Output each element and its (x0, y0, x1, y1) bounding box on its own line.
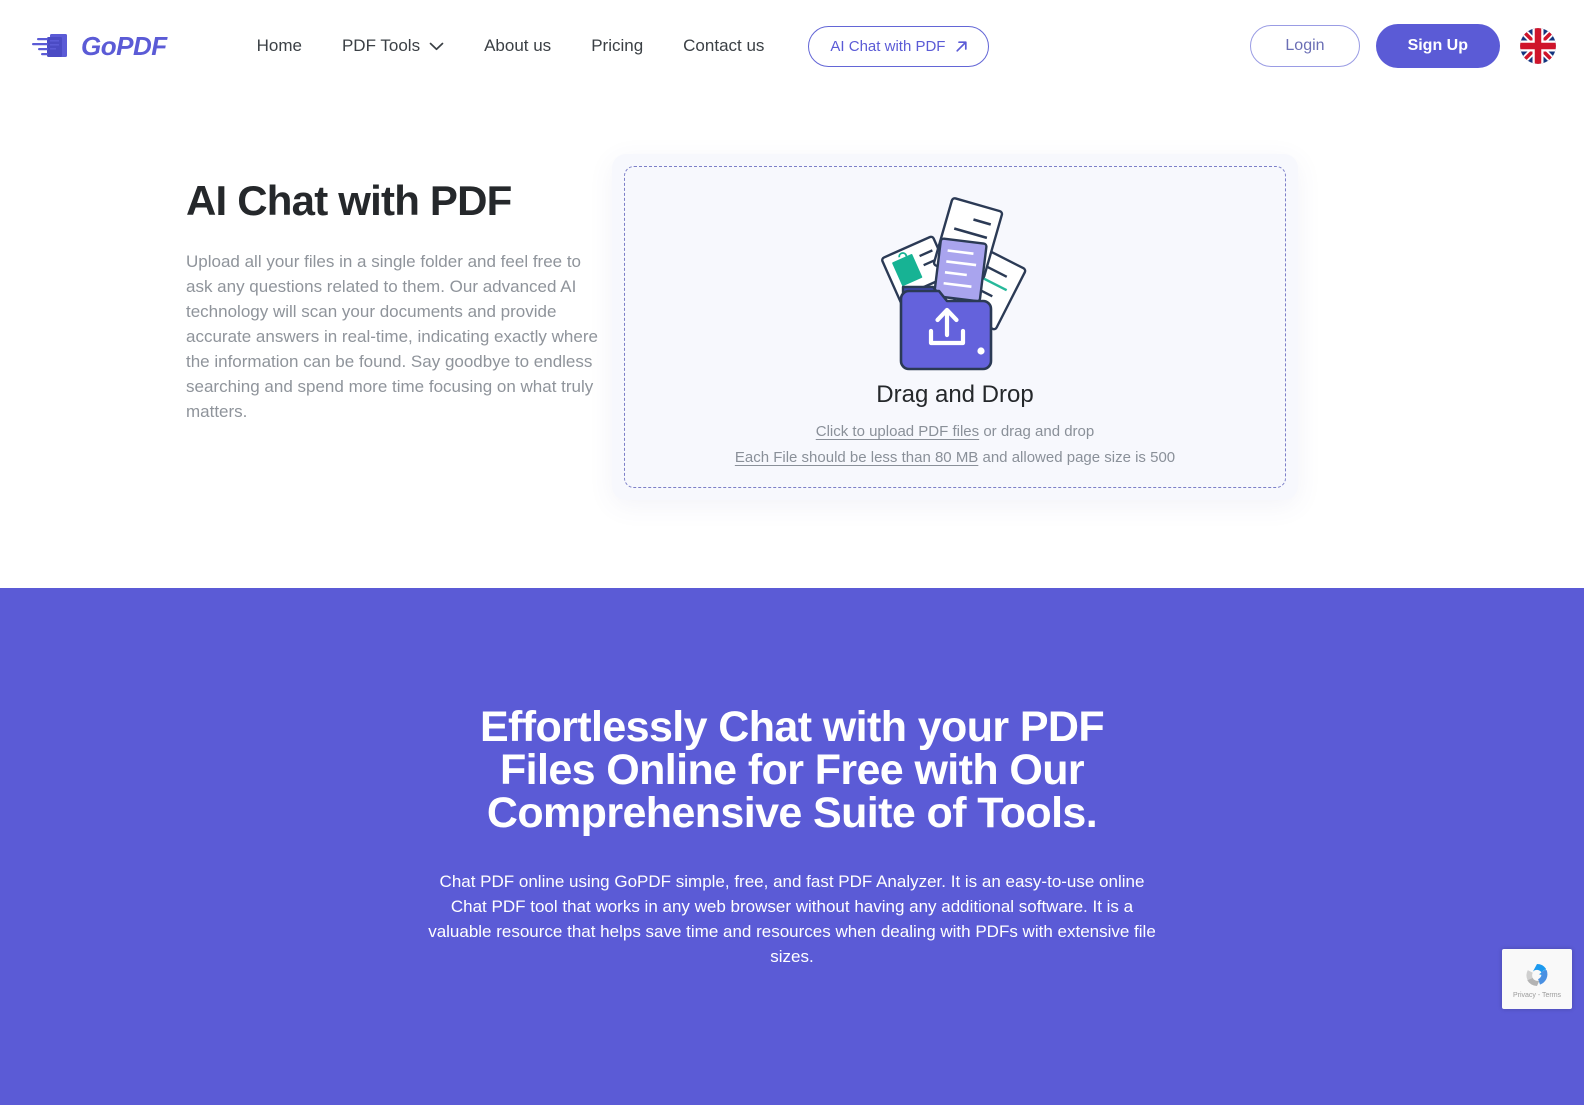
upload-card[interactable]: Drag and Drop Click to upload PDF files … (612, 154, 1298, 500)
hero-upload-block: Drag and Drop Click to upload PDF files … (600, 154, 1584, 500)
site-header: GoPDF Home PDF Tools About us Pricing Co… (0, 0, 1584, 92)
dropzone-limit-line: Each File should be less than 80 MB and … (735, 449, 1175, 466)
logo-text: GoPDF (81, 30, 167, 61)
promo-description: Chat PDF online using GoPDF simple, free… (428, 872, 1156, 966)
gopdf-logo-icon (30, 31, 74, 61)
nav-item-label: PDF Tools (341, 36, 421, 55)
hero-section: AI Chat with PDF Upload all your files i… (0, 92, 1584, 588)
ai-chat-with-pdf-button[interactable]: AI Chat with PDF (808, 25, 990, 67)
page-title: AI Chat with PDF (186, 177, 512, 224)
arrow-up-right-icon (954, 39, 969, 54)
hero-description: Upload all your files in a single folder… (186, 252, 598, 421)
hero-text-block: AI Chat with PDF Upload all your files i… (0, 154, 600, 424)
login-button[interactable]: Login (1250, 25, 1360, 67)
nav-item-home[interactable]: Home (237, 28, 322, 64)
recaptcha-badge[interactable]: Privacy - Terms (1502, 949, 1572, 1009)
header-actions: Login Sign Up (1250, 24, 1556, 68)
limit-line-rest: and allowed page size is 500 (978, 449, 1176, 466)
dropzone[interactable]: Drag and Drop Click to upload PDF files … (624, 166, 1286, 488)
ai-chat-button-label: AI Chat with PDF (830, 37, 946, 55)
nav-item-label: Home (256, 36, 302, 55)
chevron-down-icon (429, 42, 444, 51)
uk-flag-icon[interactable] (1516, 28, 1556, 64)
folder-upload-illustration (879, 191, 1031, 373)
nav-item-pdf-tools[interactable]: PDF Tools (322, 28, 464, 64)
main-nav: Home PDF Tools About us Pricing Contact … (237, 25, 990, 67)
nav-item-contact-us[interactable]: Contact us (663, 28, 784, 64)
nav-item-label: Contact us (683, 36, 765, 55)
nav-item-label: Pricing (591, 36, 644, 55)
recaptcha-logo-icon (1522, 960, 1552, 990)
signup-button[interactable]: Sign Up (1375, 24, 1500, 68)
nav-item-about-us[interactable]: About us (464, 28, 571, 64)
recaptcha-text: Privacy - Terms (1512, 991, 1562, 999)
upload-line-rest: or drag and drop (979, 423, 1095, 440)
file-size-limit-link[interactable]: Each File should be less than 80 MB (735, 449, 978, 466)
nav-item-pricing[interactable]: Pricing (571, 28, 663, 64)
upload-files-link[interactable]: Click to upload PDF files (816, 423, 979, 440)
logo[interactable]: GoPDF (30, 31, 167, 62)
nav-item-label: About us (484, 36, 552, 55)
promo-section: Effortlessly Chat with your PDF Files On… (0, 588, 1584, 1105)
promo-title: Effortlessly Chat with your PDF Files On… (479, 703, 1105, 837)
dropzone-title: Drag and Drop (876, 381, 1034, 408)
dropzone-upload-line: Click to upload PDF files or drag and dr… (816, 423, 1094, 440)
